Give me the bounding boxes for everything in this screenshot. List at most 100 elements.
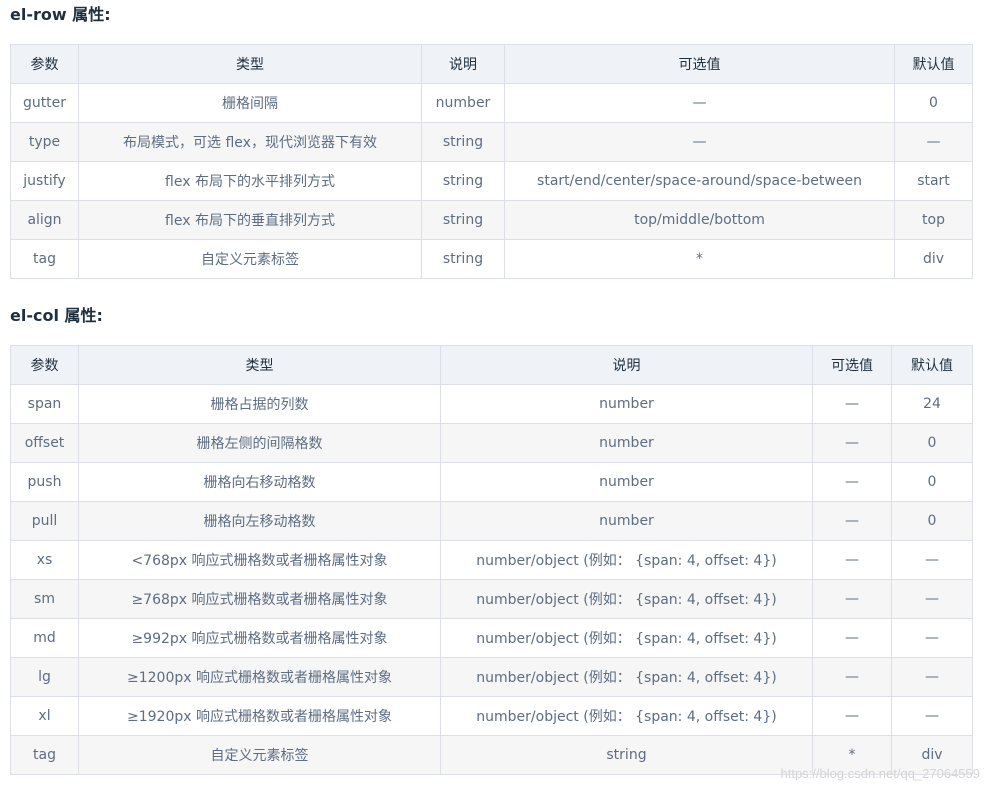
el-row-section-title: el-row 属性:	[10, 5, 111, 24]
cell-options: —	[504, 122, 895, 162]
cell-type: ≥1920px 响应式栅格数或者栅格属性对象	[78, 696, 441, 736]
table-row: align flex 布局下的垂直排列方式 string top/middle/…	[10, 200, 973, 240]
cell-type: ≥992px 响应式栅格数或者栅格属性对象	[78, 618, 441, 658]
cell-description: number	[440, 423, 813, 463]
header-default: 默认值	[894, 44, 973, 84]
cell-options: start/end/center/space-around/space-betw…	[504, 161, 895, 201]
cell-default: 24	[891, 384, 973, 424]
cell-description: number/object (例如： {span: 4, offset: 4})	[440, 579, 813, 619]
cell-options: —	[812, 618, 892, 658]
cell-description: number/object (例如： {span: 4, offset: 4})	[440, 540, 813, 580]
cell-description: string	[421, 122, 505, 162]
cell-options: —	[812, 540, 892, 580]
header-type: 类型	[78, 345, 441, 385]
table-row: offset 栅格左侧的间隔格数 number — 0	[10, 423, 973, 463]
header-options: 可选值	[504, 44, 895, 84]
cell-param: tag	[10, 239, 79, 279]
cell-options: —	[812, 657, 892, 697]
cell-param: span	[10, 384, 79, 424]
header-param: 参数	[10, 345, 79, 385]
cell-description: number	[440, 501, 813, 541]
cell-options: —	[812, 462, 892, 502]
cell-options: —	[812, 579, 892, 619]
cell-default: start	[894, 161, 973, 201]
header-default: 默认值	[891, 345, 973, 385]
table-row: tag 自定义元素标签 string * div	[10, 239, 973, 279]
header-description: 说明	[440, 345, 813, 385]
cell-default: —	[891, 657, 973, 697]
cell-description: number	[440, 462, 813, 502]
table-row: gutter 栅格间隔 number — 0	[10, 83, 973, 123]
cell-default: 0	[891, 462, 973, 502]
cell-param: offset	[10, 423, 79, 463]
cell-description: string	[421, 239, 505, 279]
cell-param: sm	[10, 579, 79, 619]
table-row: justify flex 布局下的水平排列方式 string start/end…	[10, 161, 973, 201]
el-col-section-title: el-col 属性:	[10, 306, 103, 325]
el-row-attributes-table: 参数 类型 说明 可选值 默认值 gutter 栅格间隔 number — 0 …	[10, 44, 973, 279]
cell-type: flex 布局下的垂直排列方式	[78, 200, 422, 240]
cell-options: —	[504, 83, 895, 123]
table-row: push 栅格向右移动格数 number — 0	[10, 462, 973, 502]
header-type: 类型	[78, 44, 422, 84]
cell-type: 栅格占据的列数	[78, 384, 441, 424]
cell-param: md	[10, 618, 79, 658]
cell-default: —	[891, 618, 973, 658]
cell-default: div	[894, 239, 973, 279]
cell-description: number/object (例如： {span: 4, offset: 4})	[440, 618, 813, 658]
cell-description: number/object (例如： {span: 4, offset: 4})	[440, 657, 813, 697]
cell-description: string	[421, 161, 505, 201]
cell-type: 布局模式，可选 flex，现代浏览器下有效	[78, 122, 422, 162]
cell-type: 栅格间隔	[78, 83, 422, 123]
cell-options: *	[504, 239, 895, 279]
cell-default: top	[894, 200, 973, 240]
header-description: 说明	[421, 44, 505, 84]
cell-description: number	[421, 83, 505, 123]
cell-type: <768px 响应式栅格数或者栅格属性对象	[78, 540, 441, 580]
cell-description: number	[440, 384, 813, 424]
cell-options: —	[812, 696, 892, 736]
cell-param: align	[10, 200, 79, 240]
cell-default: —	[891, 540, 973, 580]
cell-default: 0	[891, 423, 973, 463]
cell-param: xs	[10, 540, 79, 580]
cell-options: top/middle/bottom	[504, 200, 895, 240]
table-row: pull 栅格向左移动格数 number — 0	[10, 501, 973, 541]
table-row: lg ≥1200px 响应式栅格数或者栅格属性对象 number/object …	[10, 657, 973, 697]
cell-param: justify	[10, 161, 79, 201]
cell-param: xl	[10, 696, 79, 736]
cell-default: 0	[894, 83, 973, 123]
cell-type: 栅格左侧的间隔格数	[78, 423, 441, 463]
cell-options: —	[812, 384, 892, 424]
header-options: 可选值	[812, 345, 892, 385]
watermark: https://blog.csdn.net/qq_27064559	[780, 766, 981, 781]
cell-type: flex 布局下的水平排列方式	[78, 161, 422, 201]
cell-description: string	[421, 200, 505, 240]
cell-param: lg	[10, 657, 79, 697]
cell-param: push	[10, 462, 79, 502]
cell-default: —	[891, 696, 973, 736]
cell-type: 栅格向右移动格数	[78, 462, 441, 502]
table-header-row: 参数 类型 说明 可选值 默认值	[10, 345, 973, 385]
cell-type: ≥1200px 响应式栅格数或者栅格属性对象	[78, 657, 441, 697]
cell-options: —	[812, 501, 892, 541]
cell-param: type	[10, 122, 79, 162]
cell-type: ≥768px 响应式栅格数或者栅格属性对象	[78, 579, 441, 619]
table-row: xl ≥1920px 响应式栅格数或者栅格属性对象 number/object …	[10, 696, 973, 736]
cell-param: tag	[10, 735, 79, 775]
cell-default: 0	[891, 501, 973, 541]
table-row: xs <768px 响应式栅格数或者栅格属性对象 number/object (…	[10, 540, 973, 580]
cell-type: 栅格向左移动格数	[78, 501, 441, 541]
el-col-attributes-table: 参数 类型 说明 可选值 默认值 span 栅格占据的列数 number — 2…	[10, 345, 973, 775]
table-row: span 栅格占据的列数 number — 24	[10, 384, 973, 424]
cell-description: string	[440, 735, 813, 775]
cell-param: gutter	[10, 83, 79, 123]
cell-type: 自定义元素标签	[78, 735, 441, 775]
cell-param: pull	[10, 501, 79, 541]
cell-default: —	[891, 579, 973, 619]
table-row: type 布局模式，可选 flex，现代浏览器下有效 string — —	[10, 122, 973, 162]
table-header-row: 参数 类型 说明 可选值 默认值	[10, 44, 973, 84]
cell-default: —	[894, 122, 973, 162]
table-row: sm ≥768px 响应式栅格数或者栅格属性对象 number/object (…	[10, 579, 973, 619]
table-row: md ≥992px 响应式栅格数或者栅格属性对象 number/object (…	[10, 618, 973, 658]
